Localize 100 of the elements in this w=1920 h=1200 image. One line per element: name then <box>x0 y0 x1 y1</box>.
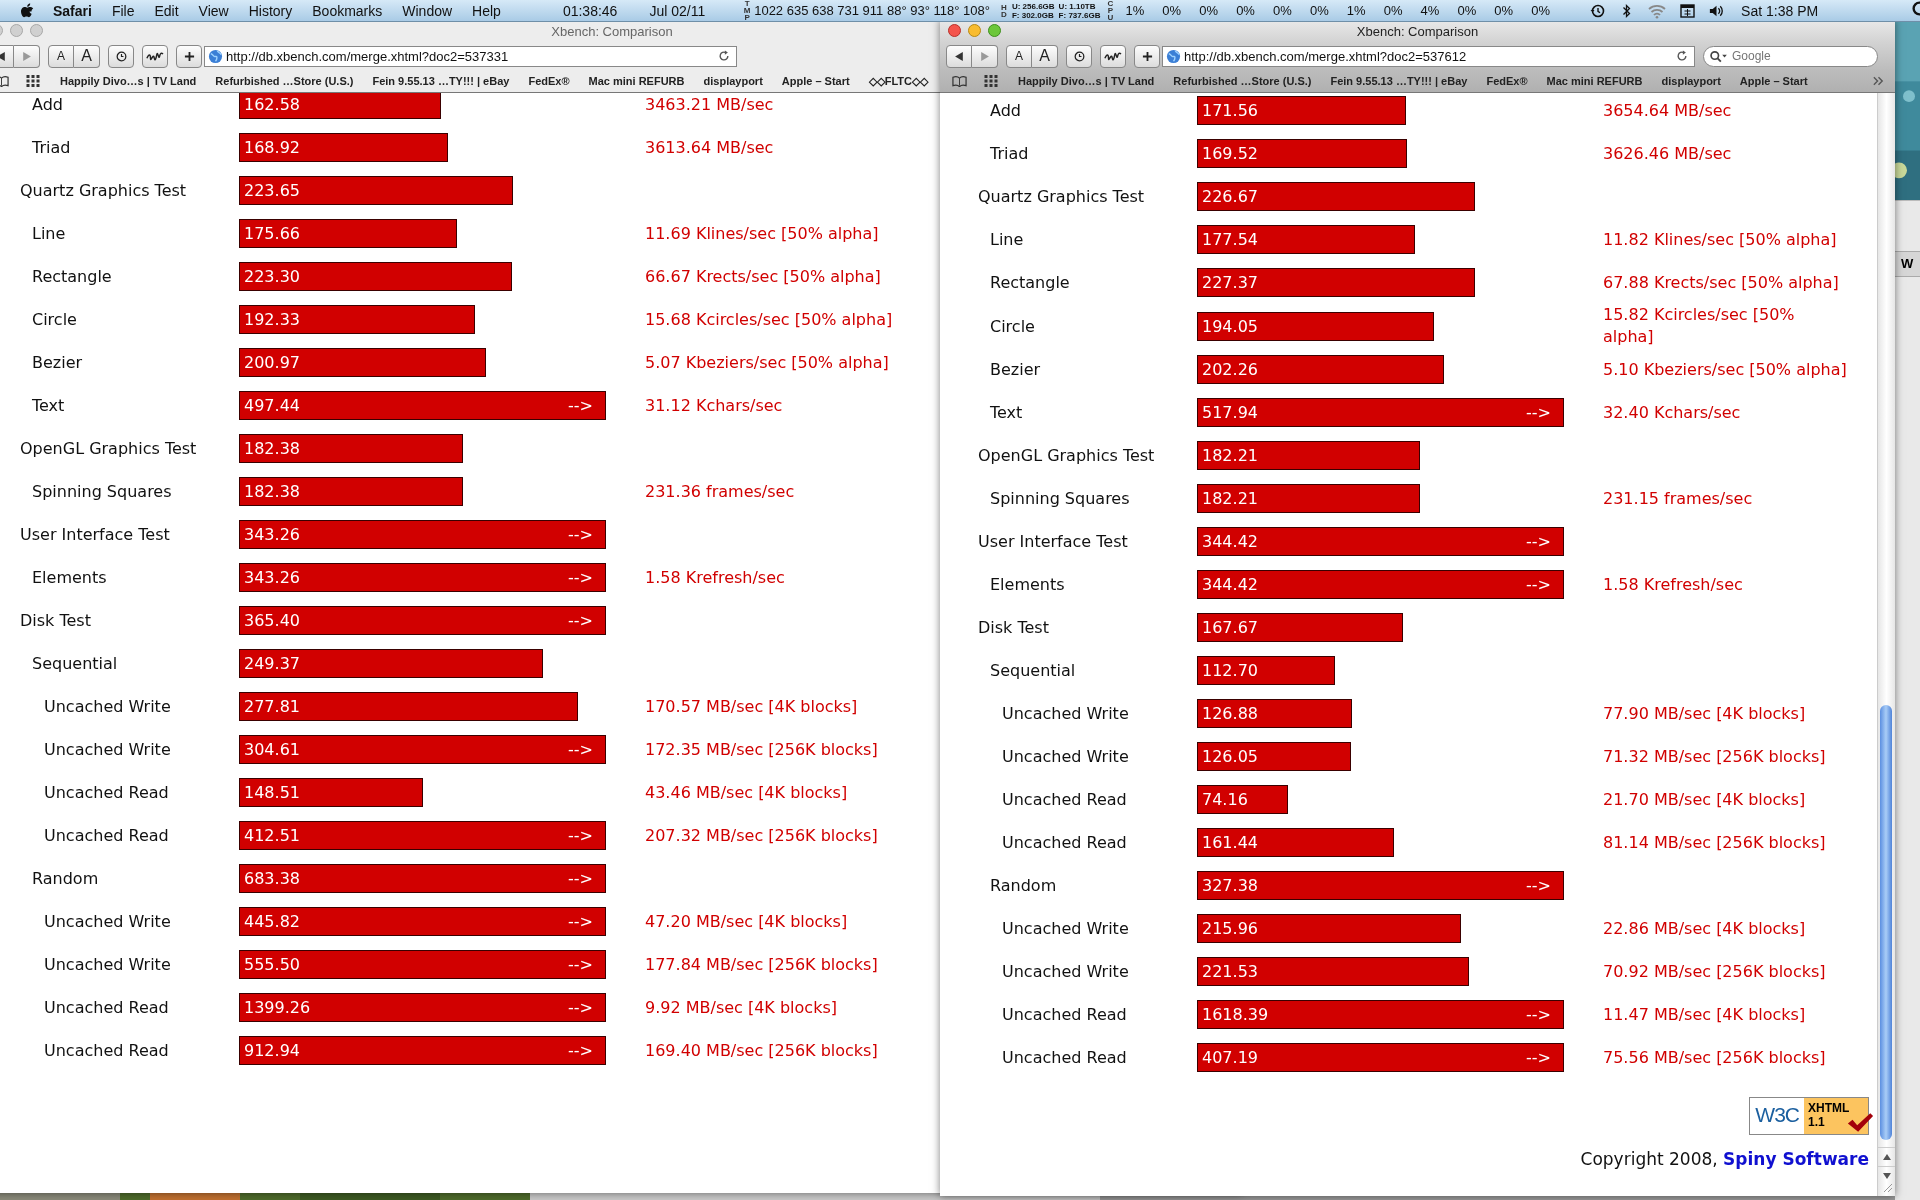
score-value: 343.26 <box>243 568 300 587</box>
test-name: Uncached Write <box>44 912 171 931</box>
score-value: 223.30 <box>243 267 300 286</box>
test-name: Spinning Squares <box>32 482 172 501</box>
address-field[interactable]: http://db.xbench.com/merge.xhtml?doc2=537612 <box>1162 45 1695 67</box>
test-name: Rectangle <box>990 273 1070 292</box>
score-value: 304.61 <box>243 740 300 759</box>
test-name: Triad <box>990 144 1029 163</box>
cpu-usage: 1% <box>1124 3 1146 18</box>
url-text: http://db.xbench.com/merge.xhtml?doc2=537331 <box>226 48 510 64</box>
bookmark-item[interactable]: Mac mini REFURB <box>1546 75 1643 87</box>
overflow-arrow: --> <box>1526 532 1552 551</box>
rate-value: 1.58 Krefresh/sec <box>1603 574 1743 594</box>
history-button[interactable] <box>1066 44 1092 68</box>
score-value: 226.67 <box>1201 187 1258 206</box>
test-name: Uncached Read <box>1002 790 1127 809</box>
rate-value: 22.86 MB/sec [4K blocks] <box>1603 918 1806 938</box>
score-value: 221.53 <box>1201 962 1258 981</box>
rate-value: 172.35 MB/sec [256K blocks] <box>645 739 878 759</box>
bookmark-item[interactable]: Refurbished …Store (U.S.) <box>1173 75 1312 87</box>
test-name: Random <box>32 869 99 888</box>
score-value: 344.42 <box>1201 575 1258 594</box>
overflow-arrow: --> <box>568 568 594 587</box>
score-value: 517.94 <box>1201 403 1258 422</box>
test-name: User Interface Test <box>978 532 1128 551</box>
rate-value: 5.07 Kbeziers/sec [50% alpha] <box>645 352 889 372</box>
test-name: Circle <box>32 310 77 329</box>
menu-item[interactable]: Bookmarks <box>312 2 383 19</box>
test-name: Uncached Read <box>1002 1048 1127 1067</box>
apple-icon[interactable] <box>20 2 34 19</box>
resize-grip-icon[interactable] <box>1881 1181 1893 1193</box>
menu-item[interactable]: File <box>111 2 135 19</box>
calendar-icon[interactable] <box>1679 2 1697 19</box>
text-bigger-button[interactable]: A <box>1032 44 1058 68</box>
overflow-arrow: --> <box>1526 575 1552 594</box>
score-value: 912.94 <box>243 1041 300 1060</box>
bookmark-item[interactable]: FedEx® <box>1486 75 1528 87</box>
sensor-label: TMP <box>743 0 752 21</box>
score-value: 202.26 <box>1201 360 1258 379</box>
down-icon <box>1882 1173 1891 1179</box>
test-name: Add <box>990 101 1021 120</box>
test-name: OpenGL Graphics Test <box>978 446 1155 465</box>
add-bookmark-button[interactable] <box>1134 44 1160 68</box>
score-value: 171.56 <box>1201 101 1258 120</box>
clock: 01:38:46 <box>562 2 618 19</box>
badge-label: XHTML <box>1808 1101 1850 1115</box>
clock[interactable]: Sat 1:38 PM <box>1741 2 1819 19</box>
search-icon <box>1709 49 1728 63</box>
overflow-arrow: --> <box>1526 1048 1552 1067</box>
bookmarklet-button[interactable] <box>1100 44 1126 68</box>
test-name: Elements <box>32 568 107 587</box>
company-link[interactable]: Spiny Software <box>1723 1149 1869 1169</box>
rate-value: 3613.64 MB/sec <box>645 137 774 157</box>
menu-item[interactable]: Window <box>402 2 453 19</box>
book-icon[interactable] <box>952 75 967 87</box>
clock-icon <box>115 50 127 62</box>
sensor-label: CPU <box>1106 0 1115 21</box>
cpu-usage: 0% <box>1161 3 1183 18</box>
overflow-arrow: --> <box>568 955 594 974</box>
reload-icon[interactable] <box>718 50 730 62</box>
bookmark-item[interactable]: Happily Divo…s | TV Land <box>1018 75 1155 87</box>
test-name: Uncached Read <box>1002 833 1127 852</box>
test-name: Bezier <box>32 353 83 372</box>
cpu-usage: 0% <box>1530 3 1552 18</box>
test-name: Uncached Read <box>44 783 169 802</box>
checkmark-icon <box>1846 1112 1874 1133</box>
chevron-icon[interactable] <box>1872 76 1885 86</box>
app-menu[interactable]: Safari <box>53 2 92 19</box>
test-name: Elements <box>990 575 1065 594</box>
score-value: 215.96 <box>1201 919 1258 938</box>
test-name: OpenGL Graphics Test <box>20 439 197 458</box>
plus-icon <box>183 50 195 62</box>
cpu-usage: 0% <box>1493 3 1515 18</box>
reload-icon[interactable] <box>1676 50 1688 62</box>
bookmark-item[interactable]: Apple – Start <box>1739 75 1808 87</box>
toolbar-button[interactable]: W <box>1895 251 1920 277</box>
test-name: Disk Test <box>20 611 91 630</box>
search-field[interactable]: Google <box>1703 45 1878 67</box>
grid-icon[interactable] <box>984 75 999 87</box>
scrollbar-thumb[interactable] <box>1880 705 1892 1140</box>
wifi-icon[interactable] <box>1647 2 1668 19</box>
text-smaller-button[interactable]: A <box>1006 44 1032 68</box>
menu-item[interactable]: Help <box>472 2 501 19</box>
test-name: Text <box>990 403 1023 422</box>
rate-value: 9.92 MB/sec [4K blocks] <box>645 997 837 1017</box>
rate-value: 3654.64 MB/sec <box>1603 100 1732 120</box>
menu-item[interactable]: History <box>248 2 293 19</box>
test-name: Uncached Read <box>44 998 169 1017</box>
rate-value: 169.40 MB/sec [256K blocks] <box>645 1040 878 1060</box>
rate-value: 21.70 MB/sec [4K blocks] <box>1603 789 1806 809</box>
menu-item[interactable]: View <box>198 2 229 19</box>
bookmark-item[interactable]: displayport <box>1661 75 1721 87</box>
menu-item[interactable]: Edit <box>154 2 179 19</box>
test-name: Uncached Write <box>1002 704 1129 723</box>
back-button[interactable] <box>946 44 972 68</box>
zoom-button[interactable] <box>988 24 1001 37</box>
rate-value: 75.56 MB/sec [256K blocks] <box>1603 1047 1826 1067</box>
close-button[interactable] <box>948 24 961 37</box>
bookmark-item[interactable]: Fein 9.55.13 …TY!!! | eBay <box>1330 75 1468 87</box>
test-name: Rectangle <box>32 267 112 286</box>
